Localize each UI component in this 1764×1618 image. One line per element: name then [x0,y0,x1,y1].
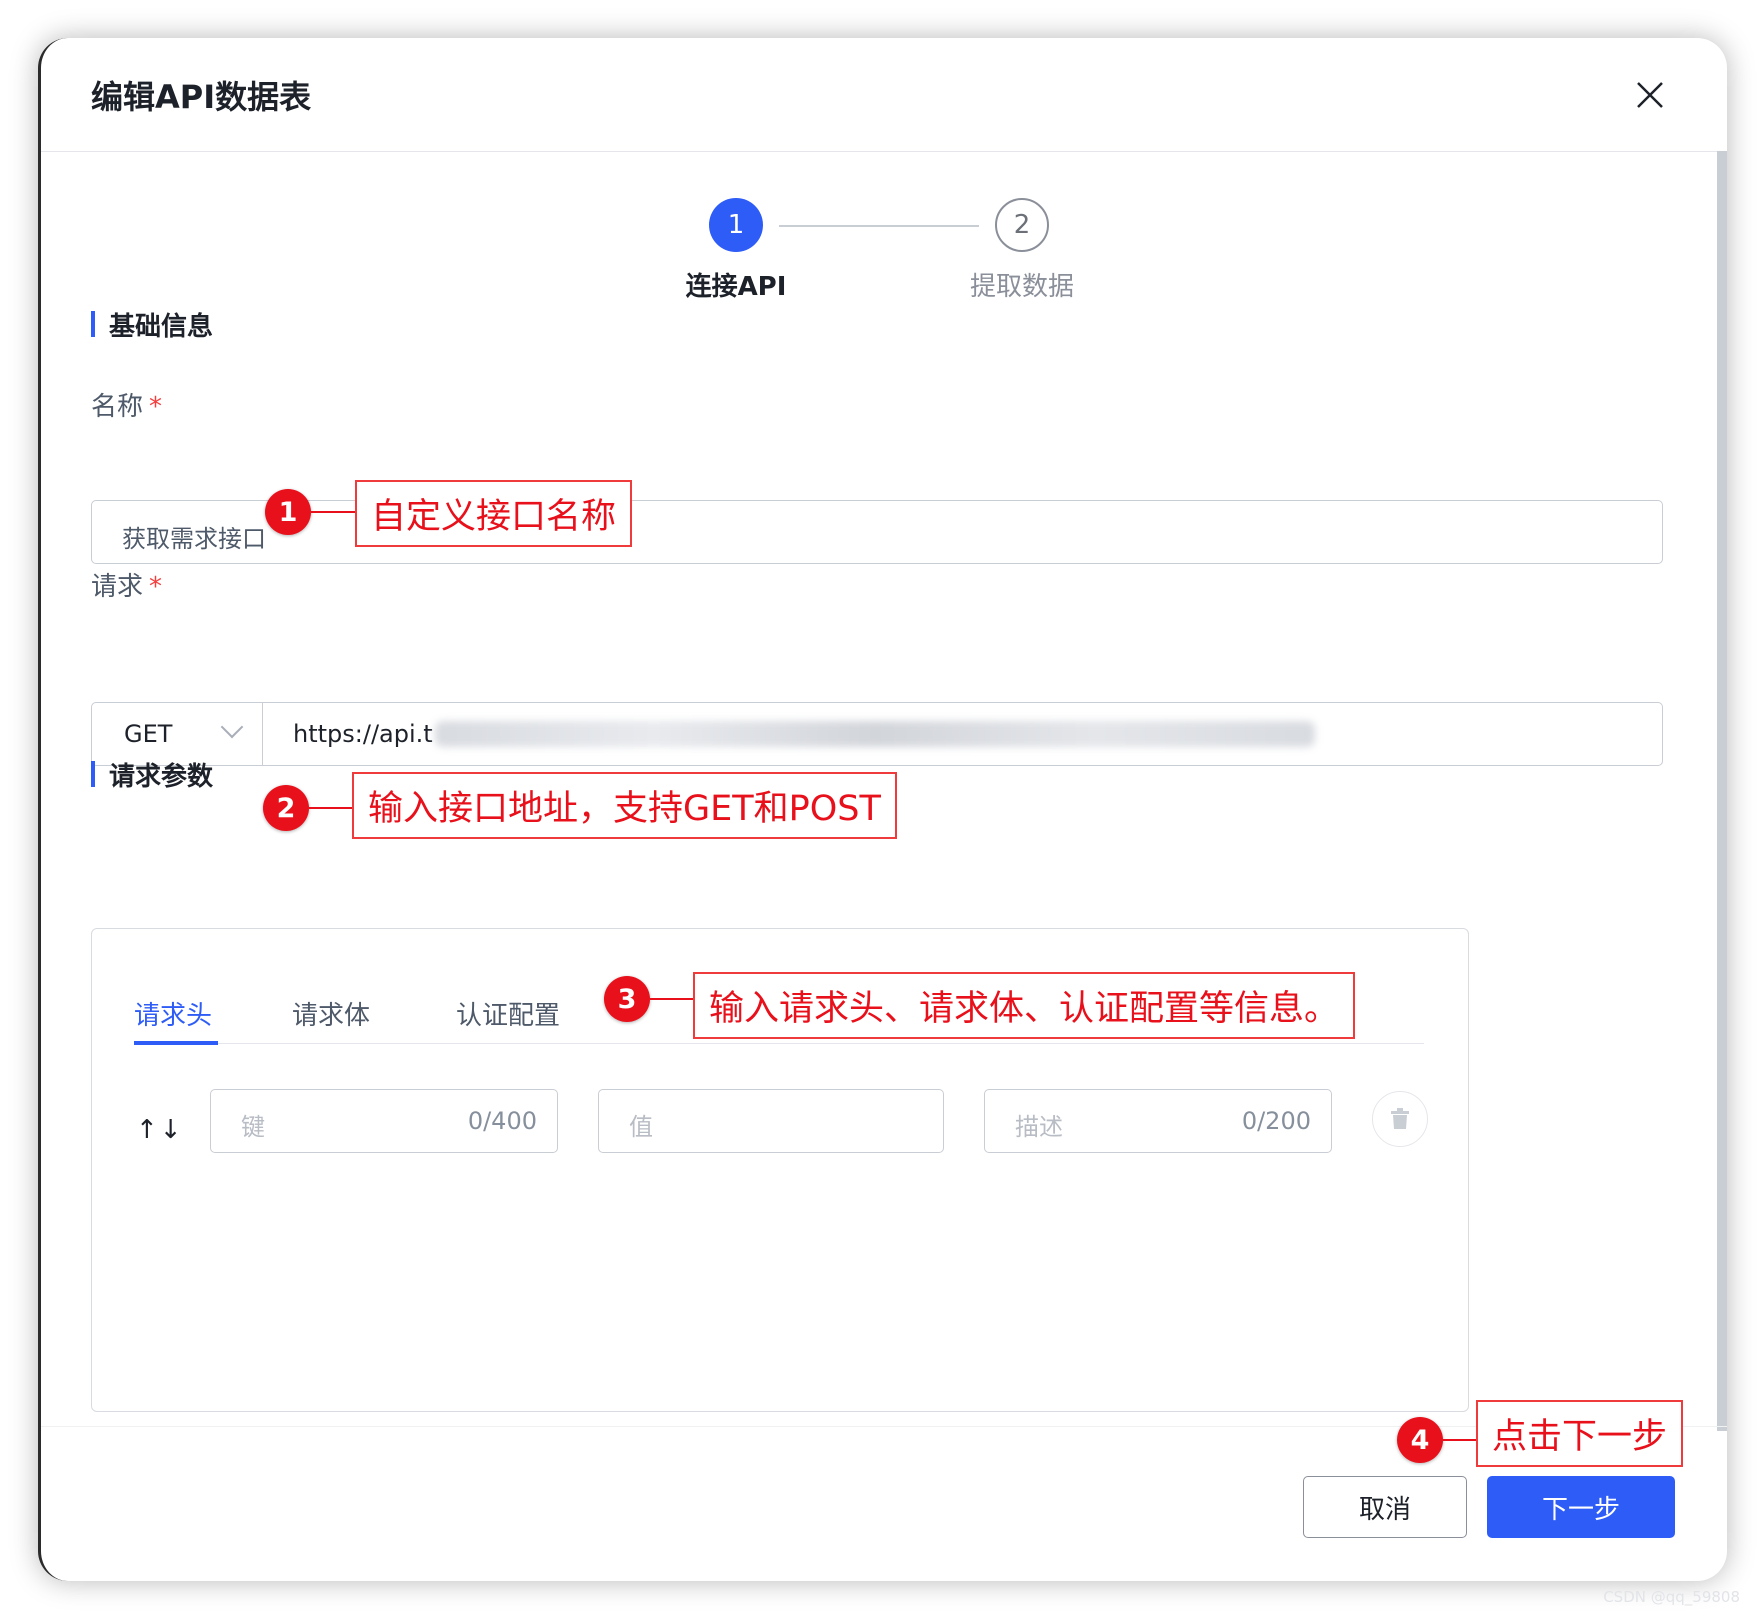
sort-arrows-icon[interactable]: ↑↓ [136,1115,184,1145]
annotation-connector [1443,1439,1477,1441]
annotation-marker: 2 [263,785,309,831]
required-mark: * [149,392,163,422]
annotation-callout: 输入请求头、请求体、认证配置等信息。 [693,972,1356,1039]
next-step-button[interactable]: 下一步 [1487,1476,1675,1538]
step-connect-api: 1 连接API [661,198,811,303]
request-label: 请求 * [91,566,162,603]
url-value: https://api.t [293,720,433,748]
step-label: 连接API [685,272,787,302]
chevron-down-icon [220,715,244,739]
trash-icon [1391,1108,1409,1129]
request-label-text: 请求 [91,572,144,602]
required-mark: * [149,572,163,602]
cancel-button[interactable]: 取消 [1303,1476,1467,1538]
annotation-connector [311,511,356,513]
step-number: 2 [995,198,1049,252]
active-tab-indicator [134,1041,218,1045]
description-counter: 0/200 [1241,1107,1311,1135]
step-label: 提取数据 [969,272,1074,302]
tab-auth-config[interactable]: 认证配置 [456,995,560,1032]
method-value: GET [124,720,173,748]
tab-divider [134,1043,1424,1044]
tab-request-header[interactable]: 请求头 [134,995,212,1032]
name-label: 名称 * [91,386,162,423]
annotation-connector [650,998,694,1000]
footer-divider [41,1426,1727,1427]
annotation-marker: 1 [265,489,311,535]
dialog-title: 编辑API数据表 [91,78,312,116]
key-input[interactable]: 键 0/400 [210,1089,558,1153]
close-icon[interactable] [1633,78,1667,112]
url-redacted [435,721,1315,747]
name-input-value: 获取需求接口 [122,525,266,553]
annotation-callout: 输入接口地址，支持GET和POST [352,772,897,839]
url-input[interactable]: https://api.t [262,702,1663,766]
tab-request-body[interactable]: 请求体 [292,995,370,1032]
description-placeholder: 描述 [1015,1113,1063,1141]
description-input[interactable]: 描述 0/200 [984,1089,1332,1153]
name-input[interactable]: 获取需求接口 [91,500,1663,564]
watermark: CSDN @qq_59808 [1603,1588,1740,1606]
key-counter: 0/400 [467,1107,537,1135]
section-request-params: 请求参数 [91,756,213,793]
scrollbar[interactable] [1717,151,1727,1431]
delete-row-button[interactable] [1372,1091,1428,1147]
name-label-text: 名称 [91,392,144,422]
annotation-marker: 4 [1397,1417,1443,1463]
annotation-connector [309,807,353,809]
annotation-callout: 点击下一步 [1476,1400,1684,1467]
annotation-marker: 3 [604,976,650,1022]
value-placeholder: 值 [629,1113,653,1141]
step-extract-data[interactable]: 2 提取数据 [947,198,1097,303]
annotation-callout: 自定义接口名称 [355,480,633,547]
value-input[interactable]: 值 [598,1089,944,1153]
key-placeholder: 键 [241,1113,265,1141]
dialog-header: 编辑API数据表 [41,38,1727,152]
section-basic-info: 基础信息 [91,306,213,343]
step-number: 1 [709,198,763,252]
